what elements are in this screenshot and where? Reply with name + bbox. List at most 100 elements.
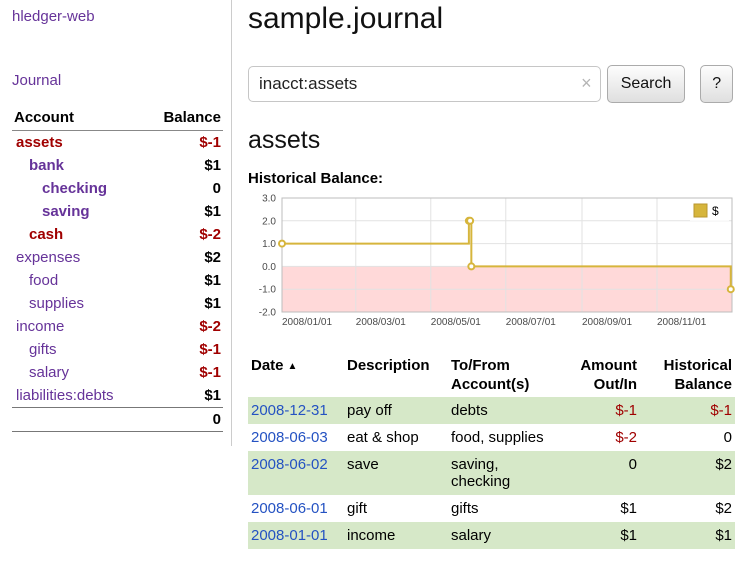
page-title: sample.journal [248,2,733,36]
svg-text:2008/07/01: 2008/07/01 [506,317,556,328]
account-link[interactable]: supplies [29,295,84,312]
transaction-accounts: food, supplies [448,424,566,451]
transaction-date-cell: 2008-06-03 [248,424,344,451]
balance-chart-svg: 3.02.01.00.0-1.0-2.02008/01/012008/03/01… [248,193,735,333]
account-link[interactable]: food [29,272,58,289]
account-row: bank $1 [12,154,223,177]
account-name-cell: salary [12,361,143,384]
account-name-cell: bank [12,154,143,177]
transaction-date-link[interactable]: 2008-01-01 [251,527,328,544]
account-row: expenses $2 [12,246,223,269]
account-row: checking0 [12,177,223,200]
transaction-balance: $1 [640,522,735,549]
transactions-table: Date▲ Description To/From Account(s) Amo… [248,355,735,549]
account-row: liabilities:debts $1 [12,384,223,408]
account-balance: $-1 [143,361,223,384]
svg-text:2008/05/01: 2008/05/01 [431,317,481,328]
transaction-description: income [344,522,448,549]
account-row: cash $-2 [12,223,223,246]
transaction-accounts: salary [448,522,566,549]
account-balance: $-1 [143,131,223,155]
header-balance: Historical Balance [640,355,735,397]
account-name-cell: food [12,269,143,292]
account-link[interactable]: income [16,318,64,335]
header-amount-line1: Amount [569,357,637,376]
transaction-row: 2008-06-03eat & shopfood, supplies$-20 [248,424,735,451]
search-input[interactable] [248,66,601,102]
account-name-cell: expenses [12,246,143,269]
header-balance-line2: Balance [643,376,732,395]
accounts-header-balance: Balance [143,106,223,131]
account-link[interactable]: cash [29,226,63,243]
transaction-row: 2008-06-01giftgifts$1$2 [248,495,735,522]
svg-text:0.0: 0.0 [262,262,276,273]
svg-text:2008/11/01: 2008/11/01 [657,317,707,328]
account-name-cell: income [12,315,143,338]
account-balance: $1 [143,154,223,177]
account-balance: $-2 [143,223,223,246]
header-amount: Amount Out/In [566,355,640,397]
account-balance: $1 [143,200,223,223]
transaction-amount: 0 [566,451,640,495]
search-box: × [248,66,601,102]
account-link[interactable]: expenses [16,249,80,266]
svg-text:2008/03/01: 2008/03/01 [356,317,406,328]
header-amount-line2: Out/In [569,376,637,395]
transaction-date-link[interactable]: 2008-06-03 [251,429,328,446]
accounts-total-row: 0 [12,408,223,432]
journal-nav: Journal [12,72,223,90]
transaction-amount: $-2 [566,424,640,451]
accounts-total-spacer [12,408,143,432]
transaction-date-link[interactable]: 2008-06-01 [251,500,328,517]
account-name-cell: assets [12,131,143,155]
transaction-date-link[interactable]: 2008-06-02 [251,456,328,473]
svg-text:2.0: 2.0 [262,216,276,227]
account-row: salary $-1 [12,361,223,384]
transaction-description: save [344,451,448,495]
account-row: supplies$1 [12,292,223,315]
clear-search-icon[interactable]: × [581,73,592,94]
chart-title: Historical Balance: [248,170,733,187]
main-content: sample.journal × Search ? assets Histori… [232,0,741,549]
account-link[interactable]: assets [16,134,63,151]
account-link[interactable]: checking [42,180,107,197]
account-row: assets $-1 [12,131,223,155]
help-button[interactable]: ? [700,65,733,103]
transaction-date-link[interactable]: 2008-12-31 [251,402,328,419]
transaction-description: eat & shop [344,424,448,451]
header-accounts-line2: Account(s) [451,376,563,395]
transaction-description: pay off [344,397,448,424]
account-link[interactable]: gifts [29,341,57,358]
accounts-table: Account Balance assets$-1bank$1checking0… [12,106,223,432]
transaction-date-cell: 2008-06-02 [248,451,344,495]
account-balance: $-1 [143,338,223,361]
historical-balance-chart: 3.02.01.00.0-1.0-2.02008/01/012008/03/01… [248,193,733,338]
transaction-amount: $1 [566,522,640,549]
transaction-date-cell: 2008-12-31 [248,397,344,424]
account-link[interactable]: saving [42,203,90,220]
search-button[interactable]: Search [607,65,686,103]
transaction-accounts: gifts [448,495,566,522]
account-balance: $2 [143,246,223,269]
journal-link[interactable]: Journal [12,72,61,89]
account-link[interactable]: liabilities:debts [16,387,114,404]
transactions-header-row: Date▲ Description To/From Account(s) Amo… [248,355,735,397]
account-row: saving $1 [12,200,223,223]
svg-text:1.0: 1.0 [262,239,276,250]
transaction-balance: $2 [640,495,735,522]
accounts-total-value: 0 [143,408,223,432]
account-balance: $-2 [143,315,223,338]
account-balance: $1 [143,384,223,408]
transaction-date-cell: 2008-06-01 [248,495,344,522]
app-title-link[interactable]: hledger-web [12,8,95,25]
sidebar: hledger-web Journal Account Balance asse… [0,0,232,446]
account-row: gifts $-1 [12,338,223,361]
accounts-header-account: Account [12,106,143,131]
account-link[interactable]: bank [29,157,64,174]
account-name-cell: saving [12,200,143,223]
header-date[interactable]: Date▲ [248,355,344,397]
header-description: Description [344,355,448,397]
account-link[interactable]: salary [29,364,69,381]
transaction-date-cell: 2008-01-01 [248,522,344,549]
header-date-label: Date [251,357,284,374]
